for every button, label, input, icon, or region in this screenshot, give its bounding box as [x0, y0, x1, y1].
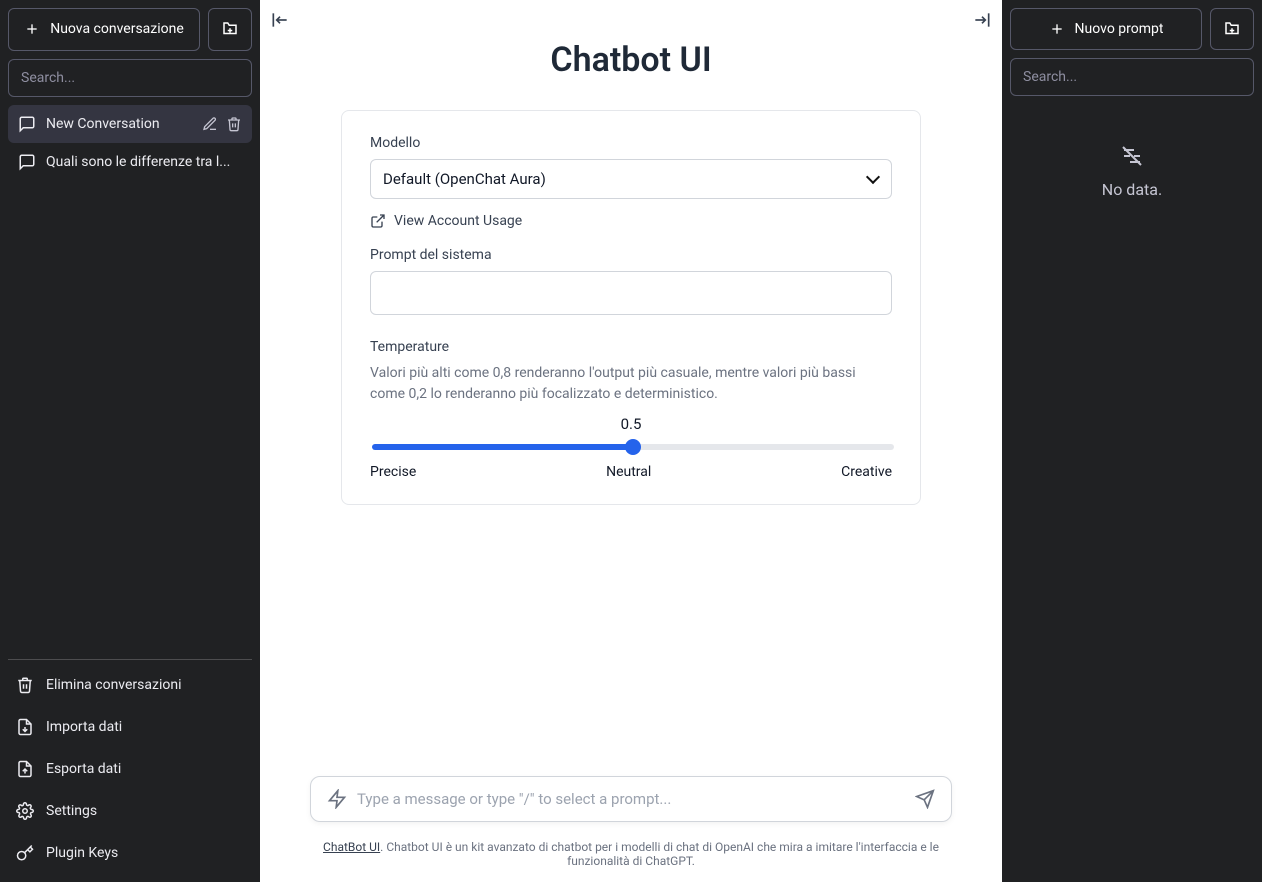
trash-icon — [16, 676, 34, 694]
temp-low-label: Precise — [370, 464, 416, 480]
bolt-icon[interactable] — [327, 789, 347, 809]
main-area: Chatbot UI Modello Default (OpenChat Aur… — [260, 0, 1002, 882]
action-label: Plugin Keys — [46, 845, 118, 861]
action-label: Esporta dati — [46, 761, 121, 777]
send-icon[interactable] — [915, 789, 935, 809]
plugin-keys-button[interactable]: Plugin Keys — [8, 832, 252, 874]
conversation-label: New Conversation — [46, 116, 192, 132]
temperature-slider[interactable] — [372, 444, 894, 450]
action-label: Importa dati — [46, 719, 122, 735]
message-box — [310, 776, 952, 822]
chat-icon — [18, 115, 36, 133]
trash-icon[interactable] — [226, 116, 242, 132]
settings-button[interactable]: Settings — [8, 790, 252, 832]
import-icon — [16, 718, 34, 736]
collapse-right-sidebar-button[interactable] — [972, 10, 992, 30]
plus-icon — [24, 21, 40, 37]
arrow-bar-right-icon — [972, 10, 992, 30]
plus-icon — [1049, 21, 1065, 37]
model-settings-card: Modello Default (OpenChat Aura) View Acc… — [341, 110, 921, 505]
edit-icon[interactable] — [202, 116, 218, 132]
external-link-icon — [370, 213, 386, 229]
model-label: Modello — [370, 135, 892, 151]
new-conversation-label: Nuova conversazione — [50, 21, 184, 38]
conversation-item[interactable]: Quali sono le differenze tra l... — [8, 143, 252, 181]
temp-mid-label: Neutral — [606, 464, 651, 480]
new-folder-button[interactable] — [208, 8, 252, 51]
gear-icon — [16, 802, 34, 820]
folder-plus-icon — [1223, 20, 1241, 38]
app-title: Chatbot UI — [550, 40, 711, 80]
new-prompt-button[interactable]: Nuovo prompt — [1010, 8, 1202, 50]
model-select[interactable]: Default (OpenChat Aura) — [370, 159, 892, 199]
footer-link[interactable]: ChatBot UI — [323, 840, 380, 854]
right-sidebar: Nuovo prompt No data. — [1002, 0, 1262, 882]
left-sidebar: Nuova conversazione New Conversation Qua… — [0, 0, 260, 882]
conversation-list: New Conversation Quali sono le differenz… — [8, 105, 252, 659]
key-icon — [16, 844, 34, 862]
system-prompt-input[interactable] — [370, 271, 892, 315]
import-data-button[interactable]: Importa dati — [8, 706, 252, 748]
message-input[interactable] — [347, 790, 915, 808]
no-data-icon — [1120, 144, 1144, 168]
message-input-area — [260, 760, 1002, 830]
action-label: Settings — [46, 803, 97, 819]
temperature-scale-labels: Precise Neutral Creative — [370, 464, 892, 480]
prompt-empty-state: No data. — [1010, 144, 1254, 874]
arrow-bar-left-icon — [270, 10, 290, 30]
temp-high-label: Creative — [841, 464, 892, 480]
footer: ChatBot UI. Chatbot UI è un kit avanzato… — [260, 830, 1002, 882]
action-label: Elimina conversazioni — [46, 677, 181, 693]
system-prompt-label: Prompt del sistema — [370, 247, 892, 263]
temperature-value: 0.5 — [370, 415, 892, 433]
conversation-search-input[interactable] — [8, 59, 252, 97]
folder-plus-icon — [221, 20, 239, 38]
account-usage-link[interactable]: View Account Usage — [370, 213, 892, 229]
temperature-label: Temperature — [370, 339, 892, 355]
export-icon — [16, 760, 34, 778]
new-prompt-label: Nuovo prompt — [1075, 21, 1164, 37]
export-data-button[interactable]: Esporta dati — [8, 748, 252, 790]
clear-conversations-button[interactable]: Elimina conversazioni — [8, 664, 252, 706]
new-prompt-folder-button[interactable] — [1210, 8, 1254, 50]
account-usage-label: View Account Usage — [394, 213, 522, 229]
footer-text: . Chatbot UI è un kit avanzato di chatbo… — [380, 840, 939, 868]
chat-icon — [18, 153, 36, 171]
conversation-item[interactable]: New Conversation — [8, 105, 252, 143]
no-data-label: No data. — [1102, 180, 1162, 199]
conversation-label: Quali sono le differenze tra l... — [46, 154, 242, 170]
temperature-description: Valori più alti come 0,8 renderanno l'ou… — [370, 363, 892, 405]
collapse-left-sidebar-button[interactable] — [270, 10, 290, 30]
new-conversation-button[interactable]: Nuova conversazione — [8, 8, 200, 51]
sidebar-footer: Elimina conversazioni Importa dati Espor… — [8, 659, 252, 874]
prompt-search-input[interactable] — [1010, 58, 1254, 96]
